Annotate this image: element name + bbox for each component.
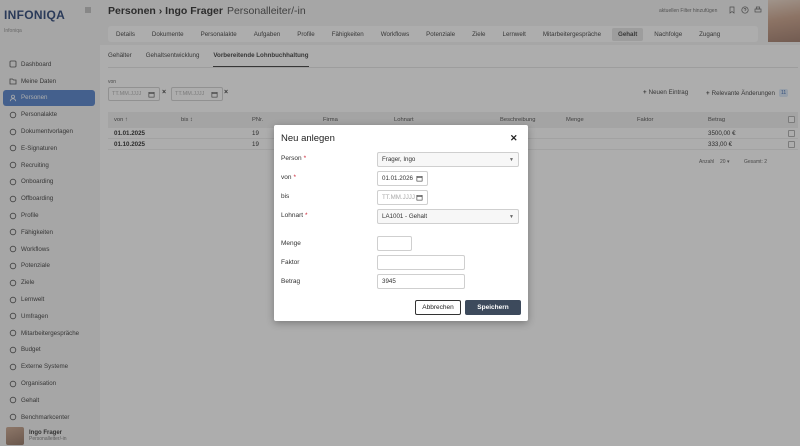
person-label: Person *	[281, 155, 307, 162]
von-label: von *	[281, 174, 297, 181]
betrag-value: 3945	[382, 278, 396, 285]
menge-input[interactable]	[377, 236, 412, 251]
chevron-down-icon: ▼	[509, 157, 514, 163]
save-button[interactable]: Speichern	[465, 300, 521, 315]
lohnart-value: LA1001 - Gehalt	[382, 213, 428, 220]
lohnart-select[interactable]: LA1001 - Gehalt ▼	[377, 209, 519, 224]
calendar-icon[interactable]	[416, 175, 423, 182]
bis-date-input[interactable]: TT.MM.JJJJ	[377, 190, 428, 205]
new-entry-dialog: Neu anlegen ✕ Person * Frager, Ingo ▼ von…	[274, 125, 528, 321]
cancel-button[interactable]: Abbrechen	[415, 300, 461, 315]
menge-label: Menge	[281, 240, 301, 247]
faktor-label: Faktor	[281, 259, 300, 266]
lohnart-label: Lohnart *	[281, 212, 308, 219]
faktor-input[interactable]	[377, 255, 465, 270]
dialog-title: Neu anlegen	[281, 133, 335, 144]
betrag-label: Betrag	[281, 278, 301, 285]
bis-label: bis	[281, 193, 290, 200]
betrag-input[interactable]: 3945	[377, 274, 465, 289]
chevron-down-icon: ▼	[509, 214, 514, 220]
von-date-input[interactable]: 01.01.2026	[377, 171, 428, 186]
person-value: Frager, Ingo	[382, 156, 416, 163]
close-icon[interactable]: ✕	[510, 133, 518, 144]
person-select[interactable]: Frager, Ingo ▼	[377, 152, 519, 167]
bis-placeholder: TT.MM.JJJJ	[382, 194, 415, 201]
von-value: 01.01.2026	[382, 175, 413, 182]
calendar-icon[interactable]	[416, 194, 423, 201]
